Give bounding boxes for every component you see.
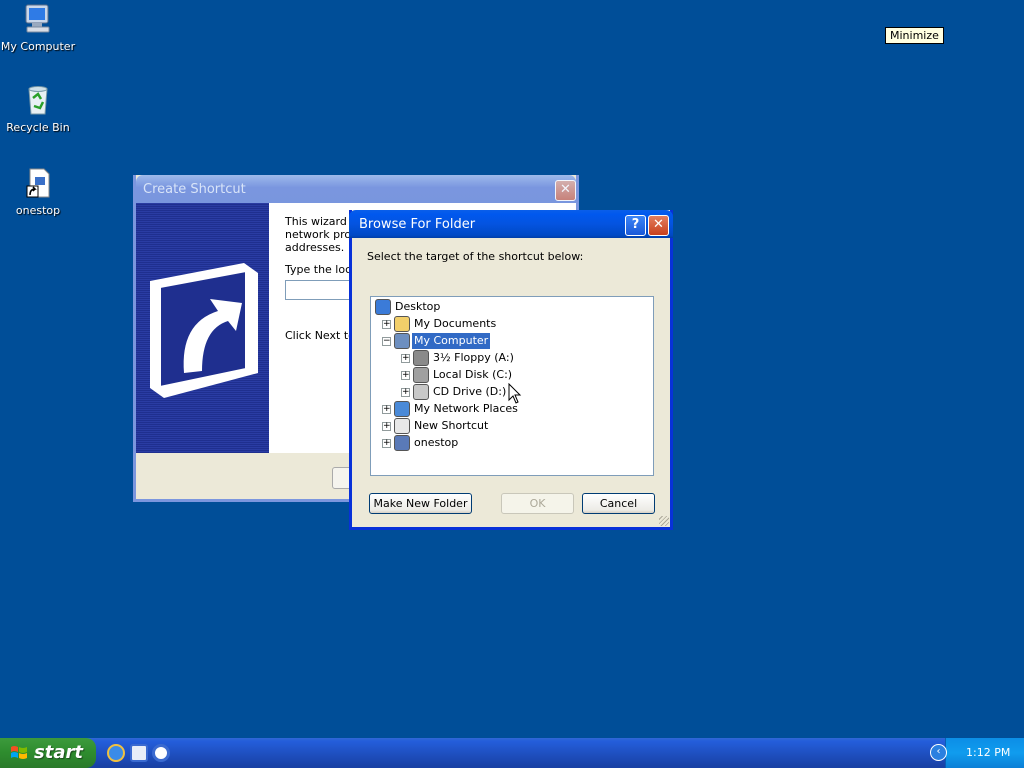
browse-for-folder-dialog[interactable]: Browse For Folder ? ✕ Select the target … [349,210,673,530]
tree-item-label: My Network Places [414,402,518,415]
expand-icon[interactable]: + [382,320,391,329]
taskbar: start ‹ 1:12 PM [0,738,1024,768]
wizard-side-banner [136,203,269,453]
desktop-icon-onestop[interactable]: onestop [0,166,78,217]
desktop-icon-recycle-bin[interactable]: Recycle Bin [0,83,78,134]
tree-item-label: Desktop [395,300,441,313]
outlook-express-icon[interactable] [130,744,148,762]
close-icon: ✕ [653,217,664,232]
start-label: start [34,742,83,763]
show-hidden-icons-icon[interactable]: ‹ [930,744,947,761]
system-tray: ‹ 1:12 PM [930,738,1024,768]
help-button[interactable]: ? [625,215,646,236]
internet-explorer-icon[interactable] [107,744,125,762]
mouse-cursor-icon [508,383,522,404]
recycle-bin-icon [21,83,55,117]
shortcut-icon [21,166,55,200]
tree-item-label: Local Disk (C:) [433,368,513,381]
tree-item-label: 3½ Floppy (A:) [433,351,514,364]
wizard-location-label: Type the loca [285,263,358,276]
minimize-tooltip: Minimize [885,27,944,44]
my-documents-icon [394,316,410,332]
shortcut-arrow-icon [150,263,258,398]
start-button[interactable]: start [0,738,96,768]
collapse-icon[interactable]: − [382,337,391,346]
desktop-icon-label: Recycle Bin [6,121,70,134]
close-icon: ✕ [560,182,571,197]
desktop-icon-label: onestop [15,204,61,217]
expand-icon[interactable]: + [401,388,410,397]
expand-icon[interactable]: + [401,354,410,363]
shortcut-icon [394,435,410,451]
desktop-icon-label: My Computer [0,40,76,53]
my-computer-icon [394,333,410,349]
make-new-folder-button[interactable]: Make New Folder [369,493,472,514]
expand-icon[interactable]: + [401,371,410,380]
tree-item-label: My Documents [414,317,497,330]
desktop-icon [375,299,391,315]
tree-item-label: New Shortcut [414,419,489,432]
tree-item-label: My Computer [412,333,491,349]
desktop-icon-my-computer[interactable]: My Computer [0,2,78,53]
tree-item-label: CD Drive (D:) [433,385,507,398]
cd-drive-icon [413,384,429,400]
hard-disk-icon [413,367,429,383]
window-title: Browse For Folder [359,217,476,232]
floppy-drive-icon [413,350,429,366]
network-places-icon [394,401,410,417]
expand-icon[interactable]: + [382,422,391,431]
resize-grip-icon[interactable] [659,516,669,526]
clock[interactable]: 1:12 PM [966,738,1010,768]
cancel-button[interactable]: Cancel [582,493,655,514]
browse-prompt: Select the target of the shortcut below: [367,250,584,263]
help-icon: ? [631,217,640,232]
ok-button[interactable]: OK [501,493,574,514]
expand-icon[interactable]: + [382,405,391,414]
create-shortcut-titlebar[interactable]: Create Shortcut [136,175,576,203]
media-player-icon[interactable] [152,744,170,762]
close-button[interactable]: ✕ [555,180,576,201]
shortcut-file-icon [394,418,410,434]
windows-logo-icon [11,746,27,759]
my-computer-icon [21,2,55,36]
window-title: Create Shortcut [143,182,246,197]
tree-item-label: onestop [414,436,459,449]
close-button[interactable]: ✕ [648,215,669,236]
expand-icon[interactable]: + [382,439,391,448]
